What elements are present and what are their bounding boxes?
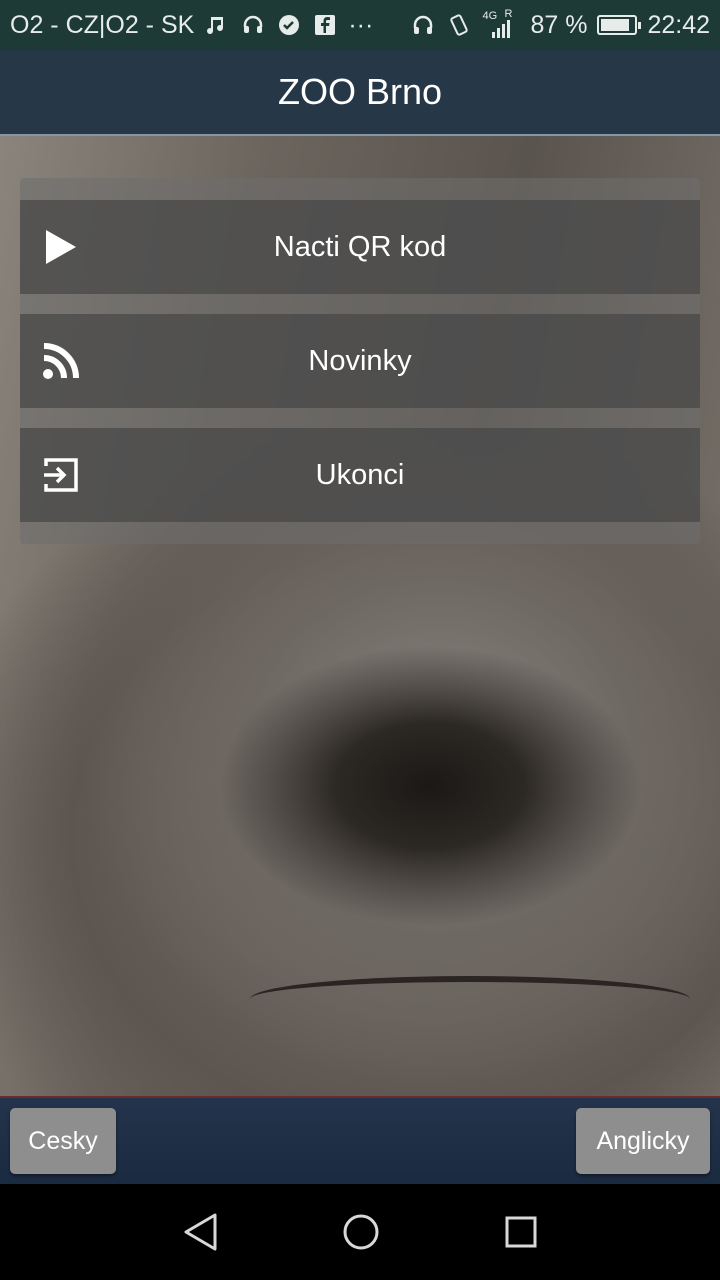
- app-header: ZOO Brno: [0, 50, 720, 136]
- rss-feed-icon: [42, 342, 80, 380]
- play-icon: [42, 228, 80, 266]
- facebook-icon: [312, 12, 338, 38]
- more-notifications-icon: ···: [348, 10, 374, 39]
- menu-item-news[interactable]: Novinky: [20, 314, 700, 408]
- back-icon[interactable]: [180, 1212, 220, 1252]
- english-language-button[interactable]: Anglicky: [576, 1108, 710, 1174]
- exit-icon: [42, 456, 80, 494]
- language-bar: Cesky Anglicky: [0, 1096, 720, 1184]
- page-title: ZOO Brno: [277, 71, 443, 112]
- menu-item-scan-qr[interactable]: Nacti QR kod: [20, 200, 700, 294]
- network-type-label: 4G: [482, 10, 498, 22]
- home-icon[interactable]: [341, 1212, 381, 1252]
- menu-item-label: Nacti QR kod: [273, 230, 447, 263]
- battery-percent: 87 %: [530, 10, 588, 39]
- czech-language-button[interactable]: Cesky: [10, 1108, 116, 1174]
- headset-icon: [240, 12, 266, 38]
- music-note-icon: [204, 12, 230, 38]
- headphones-icon: [410, 12, 436, 38]
- menu-item-label: Novinky: [308, 344, 412, 377]
- menu-item-label: Ukonci: [315, 458, 405, 491]
- signal-4g-icon: 4G R: [482, 8, 520, 38]
- carrier-label: O2 - CZ|O2 - SK: [10, 10, 195, 39]
- clock: 22:42: [647, 10, 710, 39]
- recents-icon[interactable]: [501, 1212, 541, 1252]
- system-nav-bar: [0, 1184, 720, 1280]
- battery-icon: [597, 15, 642, 35]
- check-badge-icon: [276, 12, 302, 38]
- vibrate-icon: [446, 12, 472, 38]
- menu-item-exit[interactable]: Ukonci: [20, 428, 700, 522]
- status-bar: O2 - CZ|O2 - SK ··· 4G R 87 % 22:42: [0, 0, 720, 50]
- roaming-label: R: [504, 8, 513, 20]
- main-menu: Nacti QR kod Novinky Ukonci: [20, 178, 700, 544]
